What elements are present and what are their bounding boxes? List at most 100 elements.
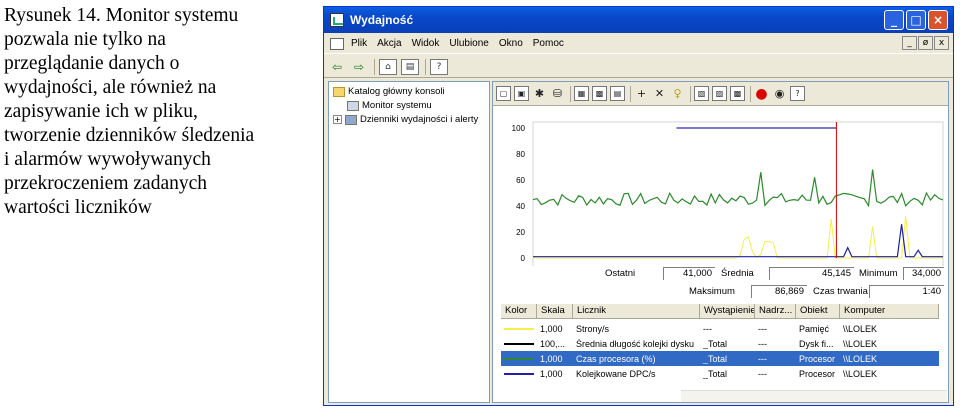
delete-icon[interactable]: ✕ (652, 86, 667, 101)
back-icon[interactable]: ⇦ (328, 59, 346, 75)
counter-list: 1,000 Strony/s --- --- Pamięć \\LOLEK 100,... Ś… (501, 321, 939, 381)
performance-graph: 100 80 60 40 20 0 (512, 121, 944, 269)
monitor-icon (347, 100, 359, 111)
tree-item-system-monitor[interactable]: Monitor systemu (347, 100, 432, 111)
window-title: Wydajność (350, 13, 414, 27)
y-tick-label: 0 (521, 254, 526, 263)
cell-scale: 1,000 (540, 323, 563, 334)
counter-list-header: Kolor Skala Licznik Wystąpienie Nadrz...… (501, 304, 939, 319)
chart-toolbar: ▢ ▣ ✱ ⛁ ▦ ▩ ▤ + ✕ ♀ ▧ ▨ ▩ ● ◉ ? (493, 82, 948, 106)
copy-properties-icon[interactable]: ▧ (694, 86, 709, 101)
cell-computer: \\LOLEK (843, 353, 878, 364)
color-swatch (501, 372, 537, 375)
log-data-icon[interactable]: ⛁ (550, 86, 565, 101)
plot-area (532, 121, 944, 269)
highlight-icon[interactable]: ♀ (670, 86, 685, 101)
caption-line: zapisywanie ich w pliku, (4, 101, 198, 122)
minimize-button[interactable]: _ (884, 10, 904, 30)
freeze-display-icon[interactable]: ● (754, 86, 769, 102)
caption-line: wydajności, ale również na (4, 77, 217, 98)
maximum-label: Maksimum (689, 286, 735, 297)
report-view-icon[interactable]: ▤ (610, 86, 625, 101)
horizontal-scrollbar[interactable] (681, 390, 947, 402)
expand-icon[interactable]: + (333, 115, 342, 124)
child-close-button[interactable]: x (934, 36, 949, 50)
menu-bar: Plik Akcja Widok Ulubione Okno Pomoc _ ø… (324, 34, 953, 54)
toolbar-separator (570, 85, 571, 102)
child-restore-button[interactable]: ø (918, 36, 933, 50)
tree-item-label: Katalog główny konsoli (348, 86, 445, 97)
column-computer[interactable]: Komputer (840, 304, 939, 318)
close-button[interactable]: × (928, 10, 948, 30)
console-tree: Katalog główny konsoli Monitor systemu +… (328, 81, 490, 403)
properties-icon[interactable]: ▩ (730, 86, 745, 101)
cell-parent: --- (758, 353, 767, 364)
menu-action[interactable]: Akcja (372, 38, 406, 49)
figure-caption: Rysunek 14. Monitor systemu pozwala nie … (4, 4, 314, 220)
average-value: 45,145 (769, 267, 854, 280)
cell-computer: \\LOLEK (843, 323, 878, 334)
menu-file[interactable]: Plik (346, 38, 372, 49)
minimum-value: 34,000 (903, 267, 944, 280)
add-icon[interactable]: + (634, 86, 649, 101)
current-activity-icon[interactable]: ✱ (532, 86, 547, 101)
y-tick-label: 80 (516, 150, 525, 159)
cell-instance: _Total (703, 338, 728, 349)
counter-row[interactable]: 1,000 Kolejkowane DPC/s _Total --- Procesor \… (501, 366, 939, 381)
menu-view[interactable]: Widok (407, 38, 445, 49)
child-minimize-button[interactable]: _ (902, 36, 917, 50)
graph-view-icon[interactable]: ▦ (574, 86, 589, 101)
paste-counters-icon[interactable]: ▨ (712, 86, 727, 101)
details-pane: ▢ ▣ ✱ ⛁ ▦ ▩ ▤ + ✕ ♀ ▧ ▨ ▩ ● ◉ ? 100 80 60 4… (492, 81, 949, 403)
tree-item-logs-alerts[interactable]: + Dzienniki wydajności i alerty (333, 114, 478, 125)
toolbar-separator (630, 85, 631, 102)
column-parent[interactable]: Nadrz... (755, 304, 796, 318)
caption-line: wartości liczników (4, 197, 152, 218)
toolbar-separator (750, 85, 751, 102)
line-color-sample (504, 357, 534, 360)
up-level-icon[interactable]: ⌂ (379, 58, 397, 75)
counter-row[interactable]: 1,000 Strony/s --- --- Pamięć \\LOLEK (501, 321, 939, 336)
caption-line: przekroczeniem zadanych (4, 173, 207, 194)
logs-icon (345, 114, 357, 125)
column-color[interactable]: Kolor (501, 304, 537, 318)
cell-scale: 100,... (540, 338, 566, 349)
column-instance[interactable]: Wystąpienie (700, 304, 755, 318)
cell-counter: Kolejkowane DPC/s (576, 368, 656, 379)
menu-help[interactable]: Pomoc (528, 38, 569, 49)
title-bar[interactable]: Wydajność _ □ × (324, 7, 953, 33)
new-counter-set-icon[interactable]: ▢ (496, 86, 511, 101)
cell-scale: 1,000 (540, 368, 563, 379)
toolbar-separator (690, 85, 691, 102)
average-label: Średnia (721, 268, 754, 279)
help-icon[interactable]: ? (430, 58, 448, 75)
update-data-icon[interactable]: ◉ (772, 86, 787, 101)
forward-icon[interactable]: ⇨ (350, 59, 368, 75)
color-swatch (501, 357, 537, 360)
counter-row[interactable]: 100,... Średnia długość kolejki dysku _Tot… (501, 336, 939, 351)
statistics-bar: Ostatni 41,000 Średnia 45,145 Minimum 34… (493, 266, 948, 302)
column-object[interactable]: Obiekt (796, 304, 840, 318)
console-icon[interactable] (330, 37, 344, 50)
main-toolbar: ⇦ ⇨ ⌂ ▤ ? (324, 56, 953, 78)
show-tree-icon[interactable]: ▤ (401, 58, 419, 75)
cell-parent: --- (758, 338, 767, 349)
toolbar-separator (374, 58, 375, 75)
chart-help-icon[interactable]: ? (790, 86, 805, 101)
counter-row[interactable]: 1,000 Czas procesora (%) _Total --- Procesor… (501, 351, 939, 366)
y-tick-label: 60 (516, 176, 525, 185)
folder-icon (333, 86, 345, 97)
y-tick-label: 20 (516, 228, 525, 237)
histogram-view-icon[interactable]: ▩ (592, 86, 607, 101)
column-scale[interactable]: Skala (537, 304, 573, 318)
menu-favorites[interactable]: Ulubione (444, 38, 493, 49)
clear-display-icon[interactable]: ▣ (514, 86, 529, 101)
menu-window[interactable]: Okno (494, 38, 528, 49)
color-swatch (501, 327, 537, 330)
maximize-button[interactable]: □ (906, 10, 926, 30)
cell-parent: --- (758, 323, 767, 334)
tree-item-label: Dzienniki wydajności i alerty (360, 114, 479, 125)
caption-line: przeglądanie danych o (4, 53, 180, 74)
tree-item-root[interactable]: Katalog główny konsoli (333, 86, 445, 97)
column-counter[interactable]: Licznik (573, 304, 700, 318)
